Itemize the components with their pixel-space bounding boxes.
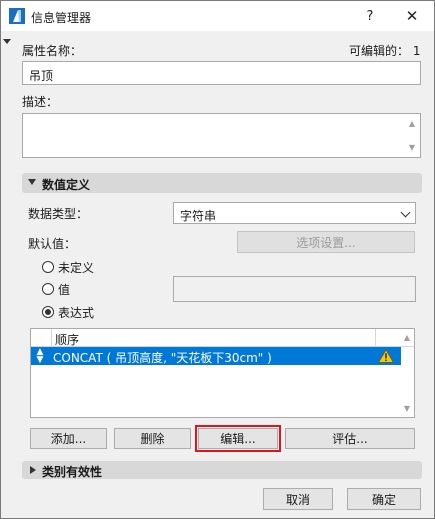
reorder-handle-icon[interactable]: ▲ ▼: [35, 348, 45, 365]
help-button[interactable]: ?: [353, 1, 387, 31]
expression-text: CONCAT ( 吊顶高度, "天花板下30cm" ): [53, 351, 272, 365]
value-definition-header[interactable]: 数值定义: [22, 173, 422, 193]
value-input[interactable]: [173, 276, 416, 302]
category-validity-title: 类别有效性: [42, 465, 103, 479]
data-type-label: 数据类型：: [28, 207, 89, 221]
edit-button[interactable]: 编辑...: [195, 425, 281, 452]
category-validity-header[interactable]: 类别有效性: [22, 461, 422, 479]
editable-value: 1: [412, 44, 421, 58]
description-label: 描述：: [22, 95, 59, 109]
expression-list[interactable]: 顺序 ▲ ▼ CONCAT ( 吊顶高度, "天花板下30cm" ) ▲ ▼: [30, 328, 415, 418]
value-definition-title: 数值定义: [42, 178, 91, 192]
default-value-label: 默认值：: [28, 237, 77, 251]
scroll-down-icon[interactable]: ▼: [407, 143, 417, 153]
scroll-up-icon[interactable]: ▲: [402, 333, 412, 343]
expand-triangle-icon: [28, 179, 36, 185]
radio-undefined-label: 未定义: [58, 261, 95, 275]
editable-label-text: 可编辑的：: [349, 44, 410, 58]
options-settings-button[interactable]: 选项设置...: [237, 231, 415, 253]
evaluate-button[interactable]: 评估...: [285, 428, 415, 449]
chevron-down-icon: [400, 207, 411, 218]
info-manager-dialog: 信息管理器 ? ✕ 属性名称： 可编辑的： 1 吊顶 描述： ▲ ▼ 数值定义 …: [0, 0, 435, 519]
radio-expression[interactable]: [42, 306, 54, 318]
ok-button[interactable]: 确定: [347, 488, 421, 510]
column-divider: [51, 329, 52, 347]
scroll-down-icon[interactable]: ▼: [402, 404, 412, 414]
add-button[interactable]: 添加...: [30, 428, 107, 449]
app-logo-icon: [9, 8, 25, 24]
data-type-select[interactable]: 字符串: [173, 202, 416, 224]
scroll-up-icon[interactable]: ▲: [407, 119, 417, 129]
panel-collapse-caret-icon[interactable]: [3, 39, 11, 44]
description-textarea[interactable]: ▲ ▼: [22, 113, 421, 158]
close-button[interactable]: ✕: [395, 1, 429, 31]
radio-expression-label: 表达式: [58, 306, 95, 320]
delete-button[interactable]: 删除: [114, 428, 191, 449]
list-item[interactable]: ▲ ▼ CONCAT ( 吊顶高度, "天花板下30cm" ): [31, 347, 401, 365]
editable-label: 可编辑的： 1: [349, 42, 420, 59]
column-divider: [375, 329, 376, 347]
order-column-header: 顺序: [55, 333, 80, 347]
property-name-value: 吊顶: [29, 69, 54, 83]
list-header: 顺序: [31, 329, 414, 347]
radio-value[interactable]: [42, 283, 54, 295]
cancel-button[interactable]: 取消: [263, 488, 333, 510]
data-type-value: 字符串: [180, 209, 217, 223]
property-name-input[interactable]: 吊顶: [22, 61, 421, 85]
radio-undefined[interactable]: [42, 261, 54, 273]
window-title: 信息管理器: [31, 11, 92, 25]
collapse-triangle-icon: [30, 466, 36, 474]
property-name-label: 属性名称：: [22, 44, 83, 58]
warning-icon[interactable]: [378, 349, 394, 363]
radio-value-label: 值: [58, 283, 71, 297]
title-bar: 信息管理器 ? ✕: [1, 1, 434, 31]
